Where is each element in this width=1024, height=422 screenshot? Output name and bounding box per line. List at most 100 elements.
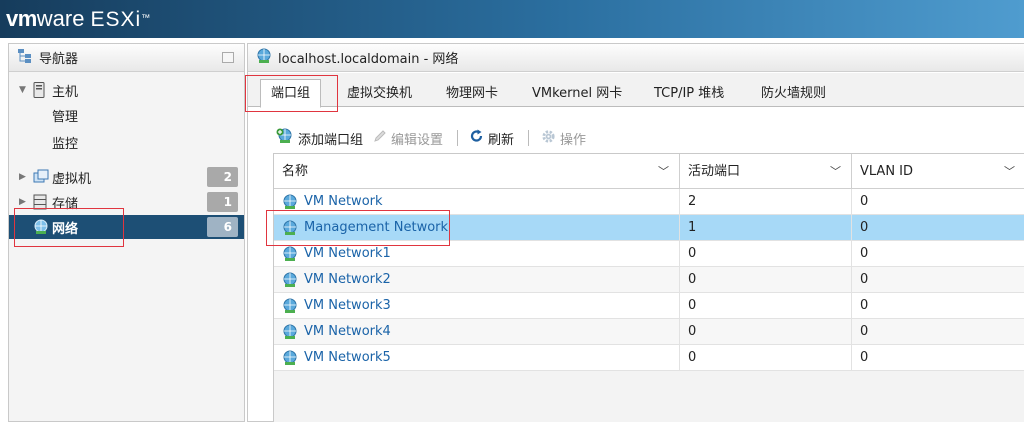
refresh-label: 刷新: [488, 132, 515, 148]
port-group-name[interactable]: Management Network: [304, 215, 448, 241]
network-icon: [33, 219, 49, 239]
add-port-group-button[interactable]: 添加端口组: [276, 128, 363, 148]
column-header-active-ports[interactable]: 活动端口 ﹀: [680, 154, 852, 189]
table-row[interactable]: VM Network 2 0: [274, 189, 1024, 215]
port-group-name[interactable]: VM Network5: [304, 345, 391, 371]
add-port-group-label: 添加端口组: [298, 132, 364, 148]
tab-firewall-rules[interactable]: 防火墙规则: [751, 80, 836, 107]
nav-item-host[interactable]: ▼ 主机: [9, 78, 244, 102]
nav-item-network[interactable]: 网络 6: [9, 215, 244, 239]
nav-item-manage[interactable]: 管理: [9, 103, 244, 127]
network-count-badge: 6: [207, 217, 238, 237]
pencil-icon: [373, 129, 387, 147]
gear-icon: [541, 129, 556, 148]
network-panel: localhost.localdomain - 网络 端口组 虚拟交换机 物理网…: [247, 43, 1024, 422]
tab-port-groups[interactable]: 端口组: [260, 79, 322, 108]
active-ports-cell: 0: [680, 241, 852, 267]
port-group-name-cell[interactable]: VM Network1: [274, 241, 680, 267]
navigator-icon: [17, 48, 33, 68]
expand-right-icon[interactable]: ▶: [19, 172, 26, 182]
column-header-label: 活动端口: [688, 164, 741, 179]
edit-settings-button[interactable]: 编辑设置: [373, 129, 443, 148]
port-group-name-cell[interactable]: VM Network5: [274, 345, 680, 371]
port-group-name-cell[interactable]: Management Network: [274, 215, 680, 241]
vlan-id-cell: 0: [860, 220, 869, 235]
storage-icon: [33, 194, 47, 214]
actions-label: 操作: [560, 132, 587, 148]
column-header-label: VLAN ID: [860, 164, 914, 179]
port-group-name-cell[interactable]: VM Network2: [274, 267, 680, 293]
table-row[interactable]: VM Network5 0 0: [274, 345, 1024, 371]
vlan-id-cell: 0: [860, 246, 869, 261]
refresh-button[interactable]: 刷新: [470, 129, 514, 148]
tab-vmkernel-nics[interactable]: VMkernel 网卡: [522, 80, 632, 107]
logo-ware-text: ware: [36, 6, 85, 31]
nav-item-vms[interactable]: ▶ 虚拟机 2: [9, 165, 244, 189]
vlan-id-cell: 0: [860, 350, 869, 365]
port-group-name[interactable]: VM Network: [304, 189, 383, 215]
navigator-panel: 导航器 ▼ 主机 管理 监控 ▶ 虚拟机 2 ▶ 存储 1 网络 6: [8, 43, 245, 422]
chevron-down-icon[interactable]: ﹀: [658, 154, 669, 189]
port-group-name[interactable]: VM Network1: [304, 241, 391, 267]
table-row[interactable]: VM Network4 0 0: [274, 319, 1024, 345]
nav-item-monitor[interactable]: 监控: [9, 130, 244, 154]
port-group-name-cell[interactable]: VM Network3: [274, 293, 680, 319]
nav-item-label: 监控: [52, 136, 79, 152]
active-ports-cell: 1: [680, 215, 852, 241]
minimize-icon[interactable]: [222, 52, 234, 63]
table-header: 名称 ﹀ 活动端口 ﹀ VLAN ID ﹀: [274, 154, 1024, 189]
tab-physical-nics[interactable]: 物理网卡: [436, 80, 508, 107]
vlan-id-cell: 0: [860, 272, 869, 287]
nav-item-label: 网络: [52, 221, 79, 237]
active-ports-cell: 0: [680, 345, 852, 371]
column-header-vlan-id[interactable]: VLAN ID ﹀: [852, 154, 1024, 189]
port-group-table: 名称 ﹀ 活动端口 ﹀ VLAN ID ﹀ VM Network 2 0 Manage…: [273, 153, 1024, 422]
table-row[interactable]: VM Network2 0 0: [274, 267, 1024, 293]
chevron-down-icon[interactable]: ﹀: [1004, 154, 1015, 189]
column-header-label: 名称: [282, 164, 309, 179]
port-group-name[interactable]: VM Network3: [304, 293, 391, 319]
table-row[interactable]: VM Network1 0 0: [274, 241, 1024, 267]
vlan-id-cell: 0: [860, 298, 869, 313]
active-ports-cell: 0: [680, 293, 852, 319]
add-network-icon: [276, 128, 294, 148]
network-icon: [256, 48, 272, 68]
expand-right-icon[interactable]: ▶: [19, 197, 26, 207]
table-row[interactable]: VM Network3 0 0: [274, 293, 1024, 319]
vmware-esxi-logo: vmware ESXi™: [6, 6, 150, 32]
navigator-header: 导航器: [9, 44, 244, 72]
logo-vm-text: vm: [6, 6, 37, 31]
vlan-id-cell: 0: [860, 324, 869, 339]
expand-down-icon[interactable]: ▼: [19, 85, 26, 95]
logo-trademark: ™: [141, 12, 151, 23]
port-group-name[interactable]: VM Network2: [304, 267, 391, 293]
column-header-name[interactable]: 名称 ﹀: [274, 154, 680, 189]
toolbar-divider: [457, 130, 459, 146]
actions-button[interactable]: 操作: [541, 129, 586, 148]
navigator-title: 导航器: [39, 52, 79, 67]
port-group-name-cell[interactable]: VM Network4: [274, 319, 680, 345]
top-bar: vmware ESXi™: [0, 0, 1024, 38]
table-row[interactable]: Management Network 1 0: [274, 215, 1024, 241]
panel-header: localhost.localdomain - 网络: [248, 44, 1024, 72]
network-icon: [282, 350, 298, 376]
port-group-name[interactable]: VM Network4: [304, 319, 391, 345]
storage-count-badge: 1: [207, 192, 238, 212]
refresh-icon: [470, 129, 484, 147]
logo-product-text: ESXi: [90, 8, 142, 31]
host-icon: [33, 82, 45, 102]
active-ports-cell: 0: [680, 319, 852, 345]
chevron-down-icon[interactable]: ﹀: [830, 154, 841, 189]
nav-item-storage[interactable]: ▶ 存储 1: [9, 190, 244, 214]
panel-title: localhost.localdomain - 网络: [278, 52, 459, 67]
toolbar: 添加端口组 编辑设置 刷新 操作: [276, 128, 596, 148]
tab-virtual-switches[interactable]: 虚拟交换机: [337, 80, 422, 107]
active-ports-cell: 0: [680, 267, 852, 293]
toolbar-divider: [528, 130, 530, 146]
nav-item-label: 管理: [52, 109, 79, 125]
active-ports-cell: 2: [680, 189, 852, 215]
edit-settings-label: 编辑设置: [391, 132, 444, 148]
port-group-name-cell[interactable]: VM Network: [274, 189, 680, 215]
tab-tcpip-stacks[interactable]: TCP/IP 堆栈: [644, 80, 734, 107]
vlan-id-cell: 0: [860, 194, 869, 209]
